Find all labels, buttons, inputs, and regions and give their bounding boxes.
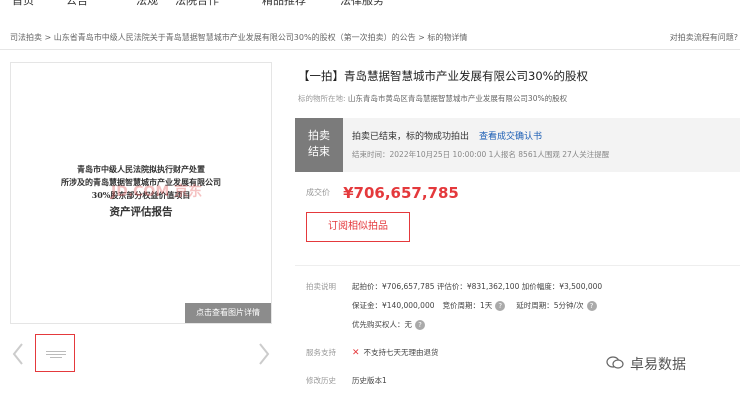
- price-value: ¥706,657,785: [343, 183, 459, 202]
- item-title: 【一拍】青岛慧据智慧城市产业发展有限公司30%的股权: [298, 69, 589, 83]
- view-confirmation-link[interactable]: 查看成交确认书: [479, 132, 542, 142]
- view-image-detail-button[interactable]: 点击查看图片详情: [185, 303, 271, 323]
- nav-announcements[interactable]: 公告: [66, 0, 88, 8]
- auction-prices: 起拍价：¥706,657,785 评估价：¥831,362,100 加价幅度：¥…: [352, 282, 603, 291]
- service-value: ✕ 不支持七天无理由退货: [352, 348, 439, 358]
- nav-home[interactable]: 首页: [12, 0, 34, 8]
- subscribe-similar-button[interactable]: 订阅相似拍品: [306, 212, 410, 242]
- help-icon[interactable]: ?: [415, 320, 425, 330]
- service-label: 服务支持: [306, 348, 336, 357]
- priority-buyer: 优先购买权人：无?: [352, 319, 428, 330]
- location-label: 标的物所在地:: [298, 94, 346, 103]
- history-label: 修改历史: [306, 376, 336, 385]
- status-message: 拍卖已结束，标的物成功拍出 查看成交确认书: [352, 132, 543, 142]
- status-badge: 拍卖 结束: [295, 118, 343, 172]
- help-icon[interactable]: ?: [495, 301, 506, 311]
- doc-line: 青岛市中级人民法院拟执行财产处置: [77, 164, 205, 174]
- main-image[interactable]: 青岛市中级人民法院拟执行财产处置 所涉及的青岛慧据智慧城市产业发展有限公司 30…: [10, 62, 272, 324]
- close-icon: ✕: [352, 348, 360, 358]
- nav-featured[interactable]: 精品推荐: [262, 0, 306, 8]
- watermark: JD.COM 京东: [111, 184, 203, 200]
- price-label: 成交价: [306, 188, 330, 197]
- auction-status-panel: 拍卖 结束 拍卖已结束，标的物成功拍出 查看成交确认书 结束时间：2022年10月…: [295, 118, 740, 172]
- history-version-link[interactable]: 历史版本1: [352, 375, 387, 386]
- chevron-right-icon[interactable]: [258, 342, 270, 366]
- auction-process-help-link[interactable]: 对拍卖流程有问题?: [670, 32, 738, 43]
- top-nav: 首页 公告 法规 法院合作 精品推荐 法律服务: [0, 0, 740, 10]
- nav-regulations[interactable]: 法规: [136, 0, 158, 8]
- divider: [295, 265, 740, 266]
- chevron-left-icon[interactable]: [12, 342, 24, 366]
- chat-bubble-icon: [606, 356, 624, 374]
- help-icon[interactable]: ?: [586, 301, 597, 311]
- breadcrumb-bar: 司法拍卖 > 山东省青岛市中级人民法院关于青岛慧据智慧城市产业发展有限公司30%…: [0, 26, 740, 50]
- breadcrumb[interactable]: 司法拍卖 > 山东省青岛市中级人民法院关于青岛慧据智慧城市产业发展有限公司30%…: [10, 32, 467, 43]
- item-location: 标的物所在地: 山东青岛市黄岛区青岛慧据智慧城市产业发展有限公司30%的股权: [298, 93, 567, 104]
- location-value: 山东青岛市黄岛区青岛慧据智慧城市产业发展有限公司30%的股权: [347, 94, 568, 103]
- brand-watermark: 卓易数据: [606, 354, 686, 374]
- auction-info-label: 拍卖说明: [306, 282, 336, 291]
- auction-terms: 保证金：¥140,000,000 竞价周期：1天? 延时周期：5分钟/次?: [352, 300, 600, 311]
- doc-title: 资产评估报告: [109, 206, 173, 218]
- nav-legal-services[interactable]: 法律服务: [340, 0, 384, 8]
- final-price: 成交价 ¥706,657,785: [306, 182, 459, 202]
- status-detail: 结束时间：2022年10月25日 10:00:00 1人报名 8561人围观 2…: [352, 150, 610, 159]
- thumbnail[interactable]: [35, 334, 75, 372]
- nav-court-cooperation[interactable]: 法院合作: [175, 0, 219, 8]
